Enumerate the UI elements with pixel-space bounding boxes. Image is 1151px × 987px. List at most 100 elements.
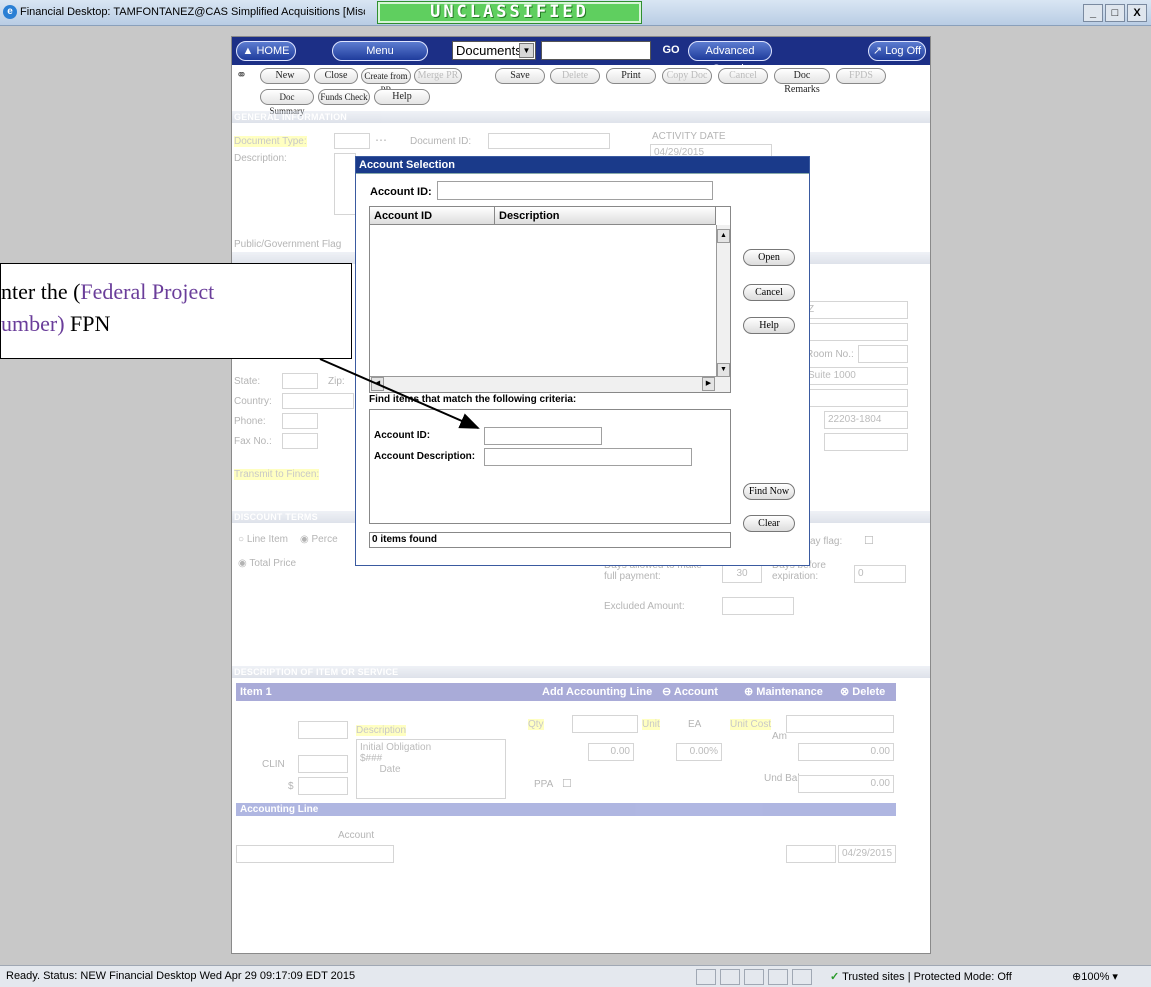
description-item-label: Description — [356, 725, 407, 736]
percent-radio[interactable]: ◉ Perce — [300, 534, 338, 545]
total-price-radio[interactable]: ◉ Total Price — [238, 558, 296, 569]
line-item-radio[interactable]: ○ Line Item — [238, 534, 288, 545]
callout-line-2: umber) FPN — [1, 308, 351, 340]
scroll-left-icon[interactable]: ◀ — [371, 377, 384, 391]
clear-button[interactable]: Clear — [743, 515, 795, 532]
vendor-field-2[interactable] — [804, 323, 908, 341]
state-field[interactable] — [282, 373, 318, 389]
clin-field[interactable] — [298, 755, 348, 773]
phone-field[interactable] — [282, 413, 318, 429]
account-list[interactable]: Account ID Description ▲ ▼ ◀ ▶ — [369, 206, 731, 393]
documents-select[interactable]: Documents ▼ — [452, 41, 536, 60]
fax-label: Fax No.: — [234, 436, 272, 447]
close-button[interactable]: X — [1127, 4, 1147, 22]
crit-account-id-input[interactable] — [484, 427, 602, 445]
unit-cost-label: Unit Cost — [730, 719, 772, 730]
description-item-field[interactable]: Initial Obligation $### Date — [356, 739, 506, 799]
zip-label: Zip: — [328, 376, 345, 387]
open-button[interactable]: Open — [743, 249, 795, 266]
document-id-field[interactable] — [488, 133, 610, 149]
menu-button[interactable]: Menu — [332, 41, 428, 61]
logoff-button[interactable]: ↗ Log Off — [868, 41, 926, 61]
delete-button[interactable]: Delete — [550, 68, 600, 84]
find-now-button[interactable]: Find Now — [743, 483, 795, 500]
home-label: HOME — [256, 45, 290, 57]
chevron-down-icon[interactable]: ▼ — [519, 43, 534, 58]
arrow-up-right-icon: ↗ — [872, 45, 883, 57]
window-title-bar: e Financial Desktop: TAMFONTANEZ@CAS Sim… — [0, 0, 1151, 26]
add-accounting-line-link[interactable]: Add Accounting Line — [542, 683, 652, 701]
unit-cost-field[interactable] — [786, 715, 894, 733]
create-from-pr-button[interactable]: Create from PR — [361, 68, 411, 95]
close-doc-button[interactable]: Close — [314, 68, 358, 84]
status-text: Ready. Status: NEW Financial Desktop Wed… — [6, 970, 356, 982]
print-button[interactable]: Print — [606, 68, 656, 84]
account-link[interactable]: ⊖ Account — [662, 683, 718, 701]
col-description[interactable]: Description — [495, 207, 716, 225]
help-dialog-button[interactable]: Help — [743, 317, 795, 334]
ellipsis-icon[interactable]: ⋯ — [375, 133, 387, 147]
discount-pct-field[interactable]: 0.00% — [676, 743, 722, 761]
logoff-label: Log Off — [885, 45, 922, 57]
state-label: State: — [234, 376, 261, 387]
crit-account-desc-input[interactable] — [484, 448, 692, 466]
address-field[interactable] — [804, 389, 908, 407]
go-button[interactable]: GO — [654, 41, 688, 61]
zoom-control[interactable]: ⊕100% ▾ — [1072, 970, 1118, 983]
und-bal-field[interactable]: 0.00 — [798, 775, 894, 793]
amount-field[interactable] — [298, 777, 348, 795]
save-button[interactable]: Save — [495, 68, 545, 84]
fax-field[interactable] — [282, 433, 318, 449]
funds-check-button[interactable]: Funds Check — [318, 89, 370, 105]
cancel-doc-button[interactable]: Cancel — [718, 68, 768, 84]
scroll-right-icon[interactable]: ▶ — [702, 377, 715, 391]
col-account-id[interactable]: Account ID — [370, 207, 495, 225]
scroll-down-icon[interactable]: ▼ — [717, 363, 730, 377]
crit-account-id-label: Account ID: — [374, 430, 431, 441]
doc-summary-button[interactable]: Doc Summary — [260, 89, 314, 116]
new-button[interactable]: New — [260, 68, 310, 84]
doc-remarks-button[interactable]: Doc Remarks — [774, 68, 830, 95]
room-no-field[interactable] — [858, 345, 908, 363]
days-allowed-field[interactable]: 30 — [722, 565, 762, 583]
home-button[interactable]: ▲ HOME — [236, 41, 296, 61]
copy-doc-button[interactable]: Copy Doc — [662, 68, 712, 84]
zip-code-field[interactable]: 22203-1804 — [824, 411, 908, 429]
pay-flag-checkbox[interactable]: ☐ — [864, 534, 874, 547]
country-field[interactable] — [282, 393, 354, 409]
minimize-button[interactable]: _ — [1083, 4, 1103, 22]
cancel-button[interactable]: Cancel — [743, 284, 795, 301]
extension-field[interactable] — [824, 433, 908, 451]
percent-label: Perce — [311, 534, 338, 545]
qty-field[interactable] — [572, 715, 638, 733]
excluded-amount-field[interactable] — [722, 597, 794, 615]
trusted-sites-indicator[interactable]: ✓ Trusted sites | Protected Mode: Off — [830, 970, 1012, 983]
nav-search-input[interactable] — [541, 41, 651, 60]
suite-field[interactable]: Suite 1000 — [804, 367, 908, 385]
account-id-input[interactable] — [437, 181, 713, 200]
maintenance-link[interactable]: ⊕ Maintenance — [744, 683, 823, 701]
maximize-button[interactable]: □ — [1105, 4, 1125, 22]
fpds-button[interactable]: FPDS — [836, 68, 886, 84]
account-field[interactable] — [236, 845, 394, 863]
vendor-name-field[interactable]: Z — [804, 301, 908, 319]
days-before-field[interactable]: 0 — [854, 565, 906, 583]
description-field[interactable] — [334, 153, 356, 215]
scroll-up-icon[interactable]: ▲ — [717, 229, 730, 243]
item-bar: Item 1 Add Accounting Line ⊖ Account ⊕ M… — [236, 683, 896, 701]
list-vertical-scrollbar[interactable]: ▲ ▼ — [716, 225, 730, 377]
am-label: Am — [772, 731, 787, 742]
help-button[interactable]: Help — [374, 89, 430, 105]
document-type-field[interactable] — [334, 133, 370, 149]
delete-link[interactable]: ⊗ Delete — [840, 683, 885, 701]
line-type-field[interactable] — [298, 721, 348, 739]
amount-col-field[interactable] — [786, 845, 836, 863]
discount-field[interactable]: 0.00 — [588, 743, 634, 761]
advanced-search-button[interactable]: Advanced Search — [688, 41, 772, 75]
acct-date-field[interactable]: 04/29/2015 — [838, 845, 896, 863]
list-horizontal-scrollbar[interactable]: ◀ ▶ — [370, 376, 730, 392]
amount-total-field[interactable]: 0.00 — [798, 743, 894, 761]
ppa-checkbox[interactable]: ☐ — [562, 777, 572, 790]
merge-pr-button[interactable]: Merge PR — [414, 68, 462, 84]
country-label: Country: — [234, 396, 272, 407]
